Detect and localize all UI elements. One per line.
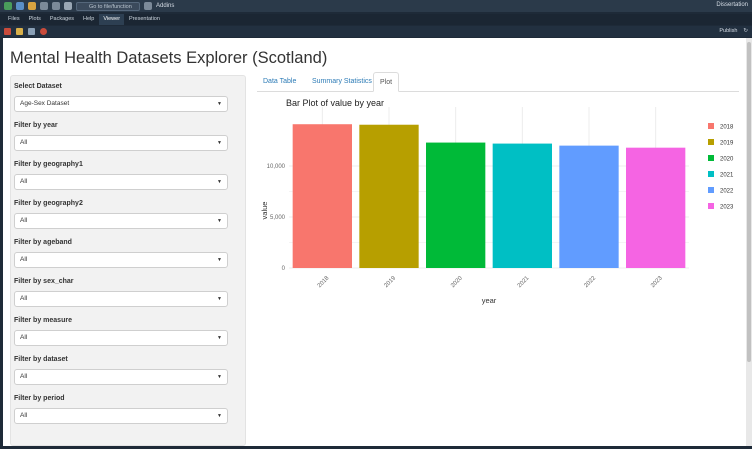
select-value: All xyxy=(20,373,28,380)
chevron-down-icon: ▼ xyxy=(217,296,222,302)
filter-select[interactable]: All ▼ xyxy=(14,408,228,424)
filter-select[interactable]: All ▼ xyxy=(14,291,228,307)
pane-tab-files[interactable]: Files xyxy=(4,14,24,25)
chevron-down-icon: ▼ xyxy=(217,218,222,224)
pane-tab-packages[interactable]: Packages xyxy=(46,14,78,25)
x-tick-label: 2020 xyxy=(450,275,464,289)
legend-label: 2021 xyxy=(720,173,734,179)
shiny-app: Mental Health Datasets Explorer (Scotlan… xyxy=(3,38,746,446)
viewer-toolbar: Publish ↻ xyxy=(0,26,752,37)
select-value: All xyxy=(20,334,28,341)
x-tick-label: 2019 xyxy=(383,275,397,289)
y-tick-label: 0 xyxy=(282,266,286,272)
filter-label: Filter by period xyxy=(14,395,65,402)
filter-label: Filter by geography1 xyxy=(14,161,83,168)
select-value: All xyxy=(20,139,28,146)
legend-label: 2020 xyxy=(720,157,734,163)
bar-2021 xyxy=(492,143,552,268)
filter-label: Filter by ageband xyxy=(14,239,72,246)
y-tick-label: 10,000 xyxy=(267,164,286,170)
legend-swatch xyxy=(708,171,714,177)
save-icon[interactable] xyxy=(40,2,48,10)
filter-select[interactable]: All ▼ xyxy=(14,369,228,385)
filter-label: Filter by dataset xyxy=(14,356,68,363)
bar-2018 xyxy=(292,124,352,268)
addins-menu[interactable]: Addins xyxy=(156,3,174,9)
chevron-down-icon: ▼ xyxy=(217,413,222,419)
pane-tab-plots[interactable]: Plots xyxy=(25,14,45,25)
filter-select[interactable]: All ▼ xyxy=(14,213,228,229)
filter-label: Select Dataset xyxy=(14,83,62,90)
legend-label: 2019 xyxy=(720,141,734,147)
select-value: All xyxy=(20,178,28,185)
ide-toolbar: Go to file/function Addins Dissertation xyxy=(0,0,752,12)
select-value: All xyxy=(20,217,28,224)
print-icon[interactable] xyxy=(64,2,72,10)
filter-label: Filter by year xyxy=(14,122,58,129)
filter-select[interactable]: All ▼ xyxy=(14,330,228,346)
filter-label: Filter by geography2 xyxy=(14,200,83,207)
close-viewer-icon[interactable] xyxy=(40,28,47,35)
open-folder-icon[interactable] xyxy=(28,2,36,10)
legend-swatch xyxy=(708,139,714,145)
dataset-select[interactable]: Age-Sex Dataset ▼ xyxy=(14,96,228,112)
legend-swatch xyxy=(708,155,714,161)
select-value: All xyxy=(20,256,28,263)
select-value: All xyxy=(20,412,28,419)
chevron-down-icon: ▼ xyxy=(217,335,222,341)
legend-swatch xyxy=(708,123,714,129)
x-axis-label: year xyxy=(482,296,497,305)
filter-select[interactable]: All ▼ xyxy=(14,135,228,151)
pane-tab-viewer[interactable]: Viewer xyxy=(99,14,125,25)
chevron-down-icon: ▼ xyxy=(217,257,222,263)
x-tick-label: 2021 xyxy=(517,275,531,289)
legend-label: 2022 xyxy=(720,189,734,195)
filter-label: Filter by measure xyxy=(14,317,72,324)
viewer-scrollbar[interactable] xyxy=(746,38,752,446)
publish-button[interactable]: Publish xyxy=(719,28,737,34)
y-tick-label: 5,000 xyxy=(270,215,286,221)
export-icon[interactable] xyxy=(28,28,35,35)
chevron-down-icon: ▼ xyxy=(217,101,222,107)
legend-swatch xyxy=(708,187,714,193)
bar-2020 xyxy=(426,142,486,268)
bar-2022 xyxy=(559,145,619,268)
pane-tabs: Files Plots Packages Help Viewer Present… xyxy=(0,14,752,25)
legend-swatch xyxy=(708,203,714,209)
clear-icon[interactable] xyxy=(16,28,23,35)
x-tick-label: 2023 xyxy=(650,275,664,289)
goto-file-input[interactable]: Go to file/function xyxy=(76,1,140,11)
new-project-icon[interactable] xyxy=(16,2,24,10)
chevron-down-icon: ▼ xyxy=(217,140,222,146)
chevron-down-icon: ▼ xyxy=(217,179,222,185)
refresh-icon[interactable]: ↻ xyxy=(743,28,748,34)
legend-label: 2018 xyxy=(720,125,734,131)
filter-select[interactable]: All ▼ xyxy=(14,252,228,268)
grid-icon[interactable] xyxy=(144,2,152,10)
x-tick-label: 2022 xyxy=(583,275,597,289)
project-menu[interactable]: Dissertation xyxy=(716,2,748,8)
scrollbar-thumb[interactable] xyxy=(747,42,751,362)
bar-2023 xyxy=(626,147,686,268)
legend-label: 2023 xyxy=(720,205,734,211)
x-tick-label: 2018 xyxy=(317,275,331,289)
new-file-icon[interactable] xyxy=(4,2,12,10)
stop-icon[interactable] xyxy=(4,28,11,35)
y-axis-label: value xyxy=(260,202,269,220)
bar-2019 xyxy=(359,124,419,268)
filter-label: Filter by sex_char xyxy=(14,278,74,285)
select-value: All xyxy=(20,295,28,302)
pane-tab-presentation[interactable]: Presentation xyxy=(125,14,164,25)
filter-select[interactable]: All ▼ xyxy=(14,174,228,190)
save-all-icon[interactable] xyxy=(52,2,60,10)
pane-tab-help[interactable]: Help xyxy=(79,14,98,25)
chevron-down-icon: ▼ xyxy=(217,374,222,380)
select-value: Age-Sex Dataset xyxy=(20,100,70,107)
